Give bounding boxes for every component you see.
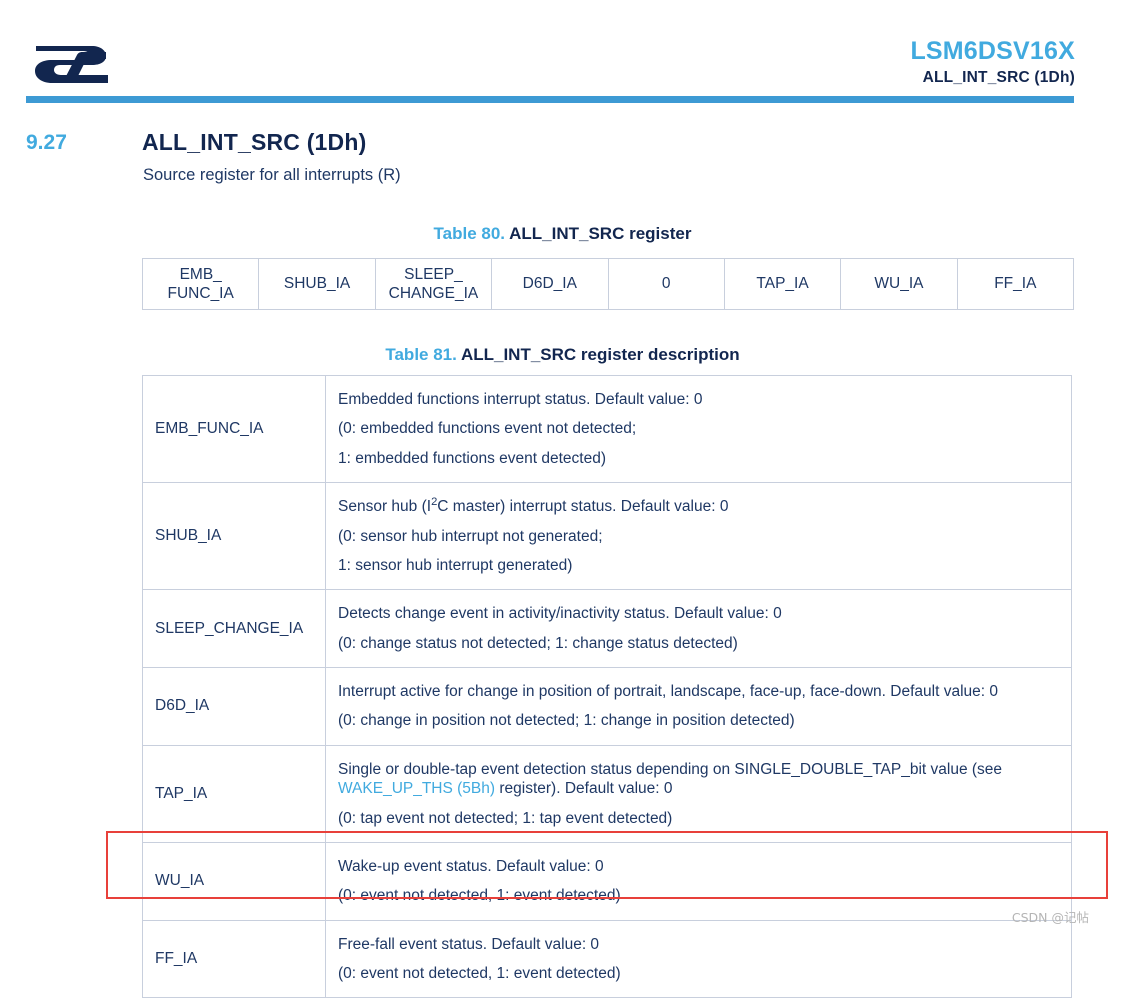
section-number: 9.27 [26,131,67,154]
table-row: D6D_IA Interrupt active for change in po… [142,667,1072,746]
register-bit-cell-0: FF_IA [956,258,1075,310]
table-81-caption-text: ALL_INT_SRC register description [460,345,740,364]
register-bit-cell-6: SHUB_IA [258,258,376,310]
description-line: (0: sensor hub interrupt not generated; [338,527,603,545]
page-title: ALL_INT_SRC (1Dh) [142,129,367,155]
field-name-cell: WU_IA [142,841,326,921]
description-line: 1: embedded functions event detected) [338,449,606,467]
table-80-caption-text: ALL_INT_SRC register [509,224,692,243]
field-name-cell: FF_IA [142,919,326,998]
header-title-block: LSM6DSV16X ALL_INT_SRC (1Dh) [910,38,1075,87]
table-row: EMB_ FUNC_IA SHUB_IA SLEEP_ CHANGE_IA D6… [141,258,1075,310]
bit-label-line1: 0 [661,275,671,293]
register-bit-cell-5: SLEEP_ CHANGE_IA [374,258,493,310]
table-row: SLEEP_CHANGE_IA Detects change event in … [142,589,1072,668]
description-text-post: register). Default value: 0 [495,780,673,798]
table-row: FF_IA Free-fall event status. Default va… [142,919,1072,998]
register-bit-table: EMB_ FUNC_IA SHUB_IA SLEEP_ CHANGE_IA D6… [141,258,1075,310]
field-description-cell: Free-fall event status. Default value: 0… [325,919,1072,998]
description-line: Embedded functions interrupt status. Def… [338,391,703,408]
bit-label-line1: SLEEP_ [404,265,463,283]
header-accent-rule [26,96,1074,103]
description-line: (0: tap event not detected; 1: tap event… [338,809,673,827]
field-name-cell: D6D_IA [142,667,326,746]
field-name-cell: SHUB_IA [142,482,326,591]
description-line: (0: event not detected, 1: event detecte… [338,887,621,905]
bit-label-line2: FUNC_IA [167,285,234,302]
table-row: TAP_IA Single or double-tap event detect… [142,744,1072,843]
description-line: Sensor hub (I2C master) interrupt status… [338,492,1061,521]
register-bit-cell-4: D6D_IA [491,258,609,310]
description-line: 1: sensor hub interrupt generated) [338,556,573,574]
device-name: LSM6DSV16X [910,37,1075,65]
watermark: CSDN @记帖 [1011,910,1089,925]
register-bit-cell-7: EMB_ FUNC_IA [141,258,260,310]
field-name-cell: TAP_IA [142,744,326,843]
description-text-post: C master) interrupt status. Default valu… [437,498,729,516]
description-text-pre: Sensor hub (I [338,498,432,516]
field-description-cell: Interrupt active for change in position … [325,667,1072,746]
bit-label-line1: EMB_ [179,265,222,283]
table-81-caption-number: Table 81. [385,345,457,364]
bit-label-line1: WU_IA [874,275,924,293]
field-name-cell: SLEEP_CHANGE_IA [142,589,326,668]
field-description-cell: Wake-up event status. Default value: 0 (… [325,841,1072,921]
description-line: (0: event not detected, 1: event detecte… [338,965,621,982]
bit-label-line1: D6D_IA [522,275,577,293]
description-text-pre: Single or double-tap event detection sta… [338,760,1003,778]
table-81-caption: Table 81. ALL_INT_SRC register descripti… [0,345,1125,365]
bit-label-line1: FF_IA [994,275,1037,293]
field-description-cell: Detects change event in activity/inactiv… [325,589,1072,668]
description-line: Free-fall event status. Default value: 0 [338,935,600,953]
table-80-caption: Table 80. ALL_INT_SRC register [0,224,1125,244]
field-description-cell: Sensor hub (I2C master) interrupt status… [325,482,1072,591]
table-row: SHUB_IA Sensor hub (I2C master) interrup… [142,482,1072,591]
table-80-caption-number: Table 80. [433,224,506,243]
register-bit-cell-1: WU_IA [840,258,958,310]
register-bit-cell-3: 0 [607,258,725,310]
register-description-table: EMB_FUNC_IA Embedded functions interrupt… [142,374,1072,998]
bit-label-line1: SHUB_IA [283,275,351,293]
description-line: Wake-up event status. Default value: 0 [338,857,604,875]
description-line: Detects change event in activity/inactiv… [338,605,782,623]
register-cross-reference-link[interactable]: WAKE_UP_THS (5Bh) [338,780,495,797]
st-logo-icon [30,38,118,90]
description-line: Single or double-tap event detection sta… [338,755,1061,804]
description-line: (0: change in position not detected; 1: … [338,712,795,730]
table-row: WU_IA Wake-up event status. Default valu… [142,841,1072,921]
field-name-cell: EMB_FUNC_IA [142,374,326,484]
bit-label-line1: TAP_IA [756,275,809,293]
field-description-cell: Single or double-tap event detection sta… [325,744,1072,843]
page-subtitle: Source register for all interrupts (R) [143,166,401,184]
header-register-name: ALL_INT_SRC (1Dh) [922,69,1075,87]
description-line: (0: change status not detected; 1: chang… [338,634,738,652]
bit-label-line2: CHANGE_IA [388,285,479,302]
description-line: (0: embedded functions event not detecte… [338,420,637,438]
field-description-cell: Embedded functions interrupt status. Def… [325,374,1072,484]
description-line: Interrupt active for change in position … [338,683,998,700]
register-bit-cell-2: TAP_IA [723,258,842,310]
table-row: EMB_FUNC_IA Embedded functions interrupt… [142,374,1072,484]
page-header: LSM6DSV16X ALL_INT_SRC (1Dh) [0,0,1125,110]
